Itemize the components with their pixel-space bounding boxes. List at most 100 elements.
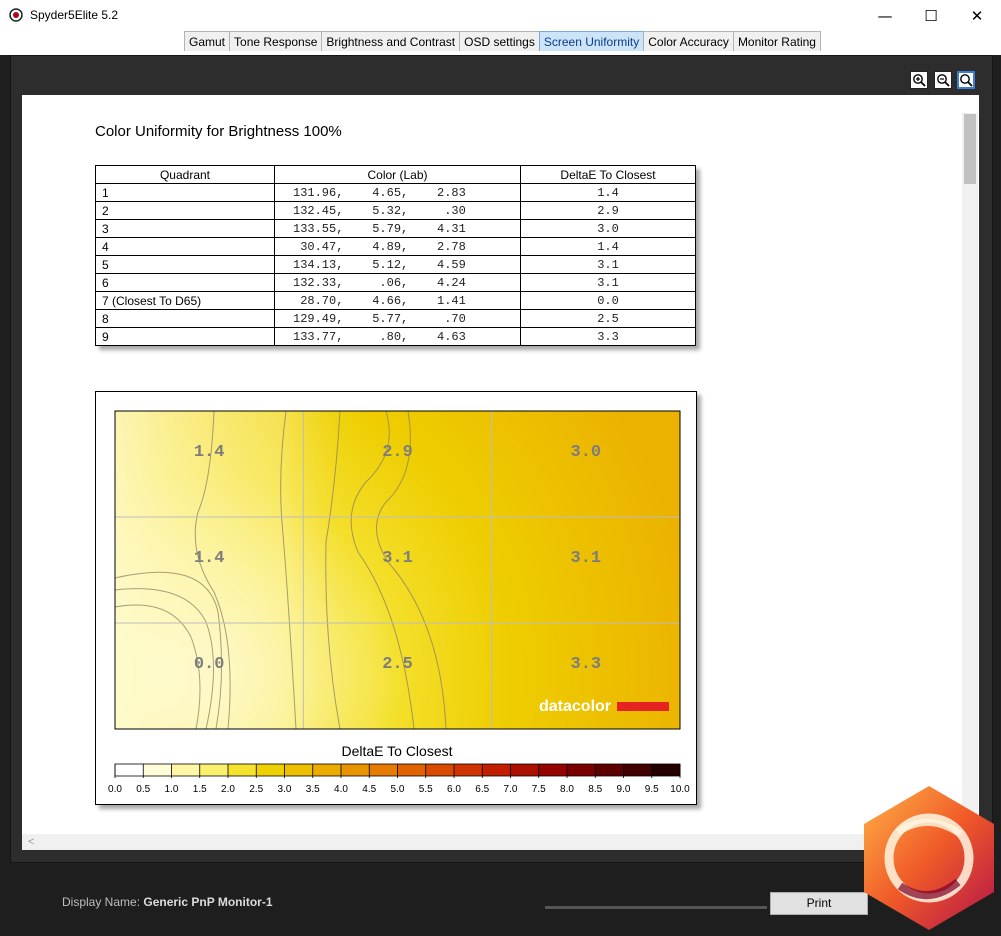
- legend-swatch: [595, 764, 624, 776]
- legend-tick-label: 3.5: [306, 784, 320, 795]
- tab-monitor-rating[interactable]: Monitor Rating: [732, 31, 821, 51]
- legend-swatch: [651, 764, 681, 776]
- cell-value-label: 1.4: [194, 549, 225, 568]
- legend-swatch: [538, 764, 568, 776]
- cell-deltae: 2.5: [520, 309, 696, 328]
- col-header-color-lab: Color (Lab): [274, 165, 521, 184]
- legend-tick-label: 7.5: [532, 784, 546, 795]
- cell-deltae: 0.0: [520, 291, 696, 310]
- legend-tick-label: 8.0: [560, 784, 574, 795]
- legend-tick-label: 4.0: [334, 784, 348, 795]
- legend-swatch: [397, 764, 427, 776]
- cell-deltae: 3.3: [520, 327, 696, 346]
- table-row: 6 132.33, .06, 4.24 3.1: [95, 273, 696, 292]
- table-row: 4 30.47, 4.89, 2.78 1.4: [95, 237, 696, 256]
- zoom-fit-icon[interactable]: [957, 71, 975, 89]
- tab-color-accuracy[interactable]: Color Accuracy: [643, 31, 734, 51]
- col-header-deltae: DeltaE To Closest: [520, 165, 696, 184]
- legend-swatch: [482, 764, 511, 776]
- cell-value-label: 2.5: [382, 655, 413, 674]
- legend-tick-label: 0.0: [108, 784, 122, 795]
- cell-quadrant: 1: [95, 183, 275, 202]
- tab-screen-uniformity[interactable]: Screen Uniformity: [538, 31, 645, 51]
- display-name-value: Generic PnP Monitor-1: [143, 895, 273, 909]
- col-header-quadrant: Quadrant: [95, 165, 275, 184]
- tab-gamut[interactable]: Gamut: [184, 31, 231, 51]
- tab-osd-settings[interactable]: OSD settings: [459, 31, 540, 51]
- table-row: 3 133.55, 5.79, 4.31 3.0: [95, 219, 696, 238]
- cell-value-label: 3.0: [571, 443, 602, 462]
- legend-swatch: [312, 764, 342, 776]
- zoom-out-icon[interactable]: [934, 71, 952, 89]
- legend-swatch: [256, 764, 285, 776]
- close-button[interactable]: ✕: [954, 0, 1000, 31]
- minimize-button[interactable]: —: [862, 0, 908, 31]
- cell-value-label: 0.0: [194, 655, 225, 674]
- horizontal-scrollbar[interactable]: [22, 834, 962, 850]
- legend-tick-label: 6.0: [447, 784, 461, 795]
- legend-tick-label: 2.5: [249, 784, 263, 795]
- print-button[interactable]: Print: [770, 892, 868, 915]
- cell-deltae: 1.4: [520, 237, 696, 256]
- cell-value-label: 3.1: [382, 549, 413, 568]
- cell-value-label: 3.1: [571, 549, 602, 568]
- cell-color-lab: 132.33, .06, 4.24: [274, 273, 521, 292]
- table-row: 1 131.96, 4.65, 2.83 1.4: [95, 183, 696, 202]
- legend-swatch: [115, 764, 144, 776]
- cell-color-lab: 132.45, 5.32, .30: [274, 201, 521, 220]
- cell-quadrant: 2: [95, 201, 275, 220]
- legend-tick-label: 5.0: [391, 784, 405, 795]
- cell-color-lab: 30.47, 4.89, 2.78: [274, 237, 521, 256]
- tab-bar: Gamut Tone Response Brightness and Contras…: [184, 31, 821, 51]
- legend-swatch: [425, 764, 455, 776]
- cell-quadrant: 9: [95, 327, 275, 346]
- cell-deltae: 2.9: [520, 201, 696, 220]
- legend-swatch: [171, 764, 201, 776]
- legend-swatch: [623, 764, 653, 776]
- report-title: Color Uniformity for Brightness 100%: [95, 123, 342, 140]
- legend-tick-label: 3.0: [278, 784, 292, 795]
- cell-deltae: 1.4: [520, 183, 696, 202]
- display-name: Display Name: Generic PnP Monitor-1: [62, 895, 273, 909]
- brand-logo-icon: [864, 786, 994, 930]
- table-row: 9 133.77, .80, 4.63 3.3: [95, 327, 696, 346]
- legend-swatch: [284, 764, 314, 776]
- cell-deltae: 3.0: [520, 219, 696, 238]
- legend-swatch: [567, 764, 596, 776]
- window-title: Spyder5Elite 5.2: [30, 8, 119, 22]
- legend-swatch: [341, 764, 370, 776]
- legend-tick-label: 4.5: [362, 784, 376, 795]
- legend-tick-label: 2.0: [221, 784, 235, 795]
- table-row: 7 (Closest To D65) 28.70, 4.66, 1.41 0.0: [95, 291, 696, 310]
- legend-title: DeltaE To Closest: [341, 743, 452, 759]
- legend-swatch: [454, 764, 483, 776]
- legend-tick-label: 1.5: [193, 784, 207, 795]
- zoom-in-icon[interactable]: [910, 71, 928, 89]
- cell-deltae: 3.1: [520, 273, 696, 292]
- legend-tick-label: 10.0: [670, 784, 690, 795]
- cell-color-lab: 129.49, 5.77, .70: [274, 309, 521, 328]
- tab-brightness-and-contrast[interactable]: Brightness and Contrast: [321, 31, 461, 51]
- scroll-left-icon[interactable]: <: [28, 834, 34, 850]
- cell-color-lab: 131.96, 4.65, 2.83: [274, 183, 521, 202]
- legend-swatch: [199, 764, 229, 776]
- datacolor-watermark: datacolor: [539, 698, 611, 715]
- cell-value-label: 2.9: [382, 443, 413, 462]
- vertical-scrollbar-thumb[interactable]: [964, 114, 976, 184]
- maximize-button[interactable]: ☐: [908, 0, 954, 31]
- tab-tone-response[interactable]: Tone Response: [229, 31, 323, 51]
- spyder-app-icon: [9, 8, 23, 22]
- title-bar: [0, 0, 1001, 31]
- cell-quadrant: 4: [95, 237, 275, 256]
- vertical-scrollbar[interactable]: [962, 113, 978, 833]
- uniformity-heatmap: 1.4 2.9 3.0 1.4 3.1 3.1 0.0 2.5 3.3 datacolor Del…: [108, 410, 690, 795]
- legend-tick-label: 1.0: [165, 784, 179, 795]
- cell-deltae: 3.1: [520, 255, 696, 274]
- progress-track: [545, 906, 767, 909]
- cell-color-lab: 134.13, 5.12, 4.59: [274, 255, 521, 274]
- legend-tick-label: 9.0: [617, 784, 631, 795]
- cell-color-lab: 28.70, 4.66, 1.41: [274, 291, 521, 310]
- legend-tick-label: 6.5: [475, 784, 489, 795]
- legend-tick-label: 7.0: [504, 784, 518, 795]
- cell-quadrant: 6: [95, 273, 275, 292]
